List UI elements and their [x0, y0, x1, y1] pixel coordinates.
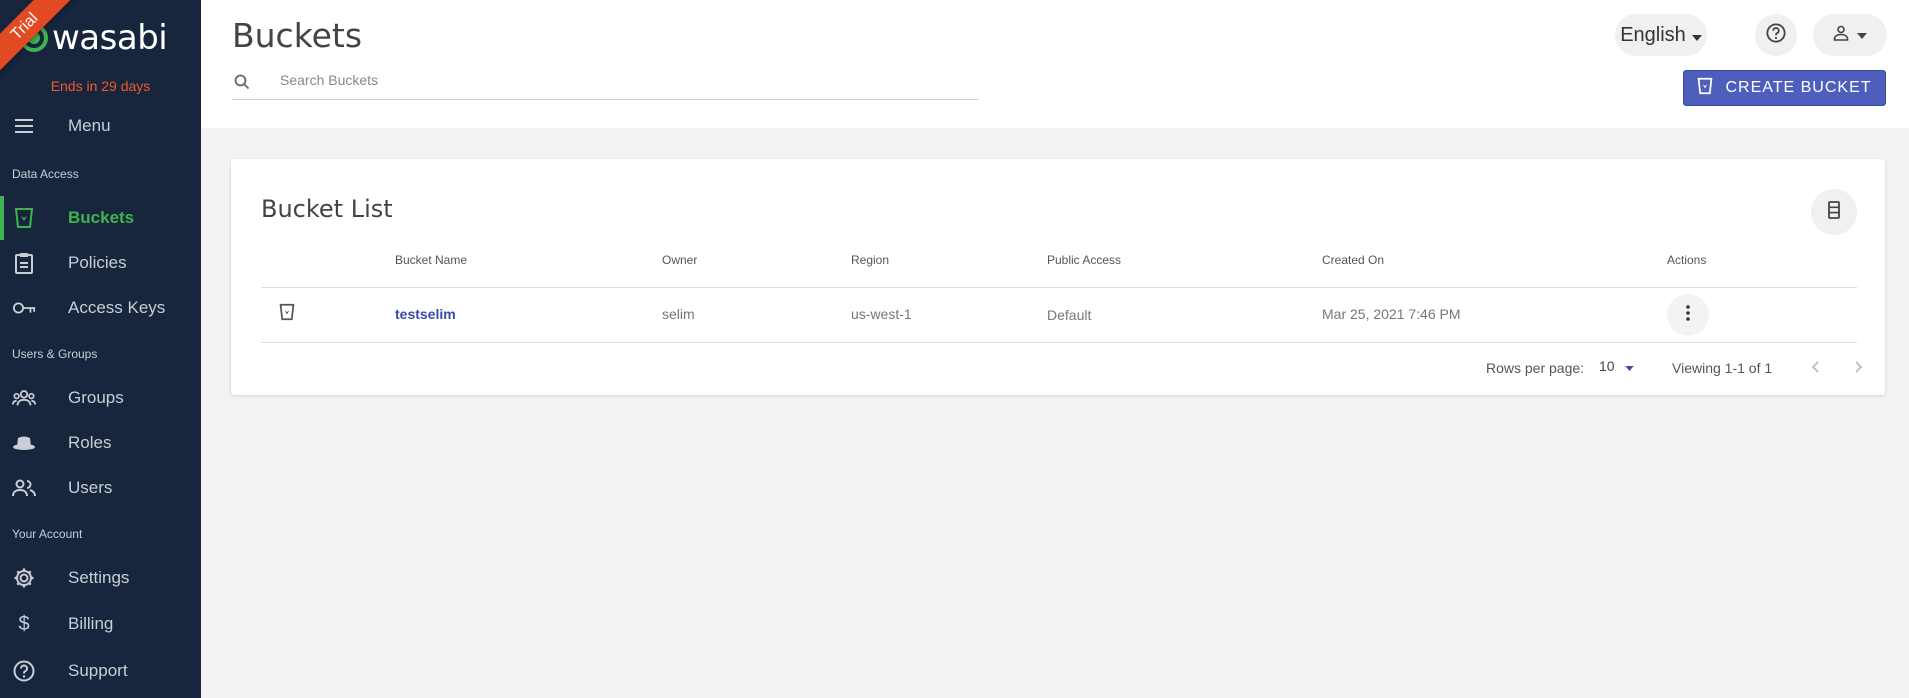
sidebar-item-policies[interactable]: Policies — [0, 241, 201, 285]
bucket-public-access: Default — [1047, 307, 1092, 323]
sidebar-item-users[interactable]: Users — [0, 466, 201, 510]
caret-down-icon — [1691, 24, 1702, 47]
user-menu-button[interactable] — [1813, 14, 1887, 56]
pagination-summary: Viewing 1-1 of 1 — [1672, 360, 1773, 376]
bucket-icon — [279, 303, 295, 326]
rows-per-page-value: 10 — [1599, 358, 1615, 374]
header: Buckets English CREATE BUCKET — [201, 0, 1909, 128]
row-actions-button[interactable] — [1667, 294, 1709, 336]
columns-toggle-button[interactable] — [1811, 189, 1857, 235]
language-label: English — [1620, 23, 1686, 46]
section-your-account: Your Account — [12, 527, 83, 541]
view-column-icon — [1827, 200, 1841, 224]
bucket-created-on: Mar 25, 2021 7:46 PM — [1322, 306, 1461, 322]
bucket-name-link[interactable]: testselim — [395, 306, 456, 322]
sidebar-item-label: Access Keys — [68, 298, 166, 317]
hat-icon — [12, 431, 36, 455]
rows-per-page-select[interactable]: 10 — [1599, 358, 1634, 374]
search-icon — [234, 74, 250, 95]
card-title: Bucket List — [261, 195, 393, 223]
sidebar-item-support[interactable]: Support — [0, 649, 201, 693]
sidebar-item-label: Users — [68, 478, 113, 497]
sidebar-item-label: Buckets — [68, 208, 135, 227]
key-icon — [12, 296, 36, 320]
section-users-groups: Users & Groups — [12, 347, 98, 361]
column-header-public-access[interactable]: Public Access — [1047, 253, 1121, 267]
menu-label: Menu — [68, 116, 111, 135]
trial-notice: Ends in 29 days — [50, 78, 151, 94]
sidebar-item-access-keys[interactable]: Access Keys — [0, 286, 201, 330]
help-icon — [1766, 22, 1786, 48]
caret-down-icon — [1857, 26, 1867, 44]
sidebar-item-buckets[interactable]: Buckets — [0, 196, 201, 240]
sidebar-item-label: Policies — [68, 253, 127, 272]
sidebar-item-label: Settings — [68, 568, 130, 587]
groups-icon — [12, 386, 36, 410]
sidebar-item-label: Roles — [68, 433, 112, 452]
search-input[interactable] — [280, 72, 960, 88]
column-header-created-on[interactable]: Created On — [1322, 253, 1384, 267]
chevron-right-icon — [1855, 360, 1863, 378]
bucket-list-card: Bucket List Bucket Name Owner Region Pub… — [231, 159, 1885, 395]
person-icon — [1833, 25, 1849, 46]
create-bucket-button[interactable]: CREATE BUCKET — [1683, 70, 1886, 106]
gear-icon — [12, 566, 36, 590]
bucket-icon — [12, 206, 36, 230]
sidebar-item-groups[interactable]: Groups — [0, 376, 201, 420]
search-bar — [232, 68, 978, 100]
header-divider — [261, 287, 1857, 288]
more-vert-icon — [1686, 304, 1690, 326]
section-data-access: Data Access — [12, 167, 79, 181]
rows-per-page-label: Rows per page: — [1486, 360, 1585, 376]
hamburger-icon — [12, 114, 36, 138]
sidebar-item-label: Billing — [68, 614, 114, 633]
clipboard-icon — [12, 251, 36, 275]
language-select[interactable]: English — [1615, 14, 1707, 56]
previous-page-button[interactable] — [1803, 357, 1827, 381]
sidebar-item-billing[interactable]: $ Billing — [0, 602, 201, 646]
sidebar-item-label: Groups — [68, 388, 124, 407]
help-icon — [12, 659, 36, 683]
column-header-owner[interactable]: Owner — [662, 253, 697, 267]
logo-text: wasabi — [52, 18, 168, 58]
sidebar: Trial wasabi Ends in 29 days Menu Data A… — [0, 0, 201, 698]
bucket-icon — [1697, 77, 1713, 100]
users-icon — [12, 476, 36, 500]
chevron-left-icon — [1811, 360, 1819, 378]
sidebar-item-settings[interactable]: Settings — [0, 556, 201, 600]
help-button[interactable] — [1755, 14, 1797, 56]
column-header-bucket-name[interactable]: Bucket Name — [395, 253, 467, 267]
column-header-region[interactable]: Region — [851, 253, 889, 267]
menu-toggle[interactable]: Menu — [0, 104, 201, 148]
column-header-actions: Actions — [1667, 253, 1707, 267]
dollar-icon: $ — [18, 612, 30, 635]
sidebar-item-roles[interactable]: Roles — [0, 421, 201, 465]
page-title: Buckets — [232, 16, 363, 55]
next-page-button[interactable] — [1847, 357, 1871, 381]
create-bucket-label: CREATE BUCKET — [1725, 79, 1872, 96]
caret-down-icon — [1624, 358, 1634, 374]
sidebar-item-label: Support — [68, 661, 128, 680]
bucket-owner: selim — [662, 306, 695, 322]
row-divider — [261, 342, 1857, 343]
bucket-region: us-west-1 — [851, 306, 912, 322]
